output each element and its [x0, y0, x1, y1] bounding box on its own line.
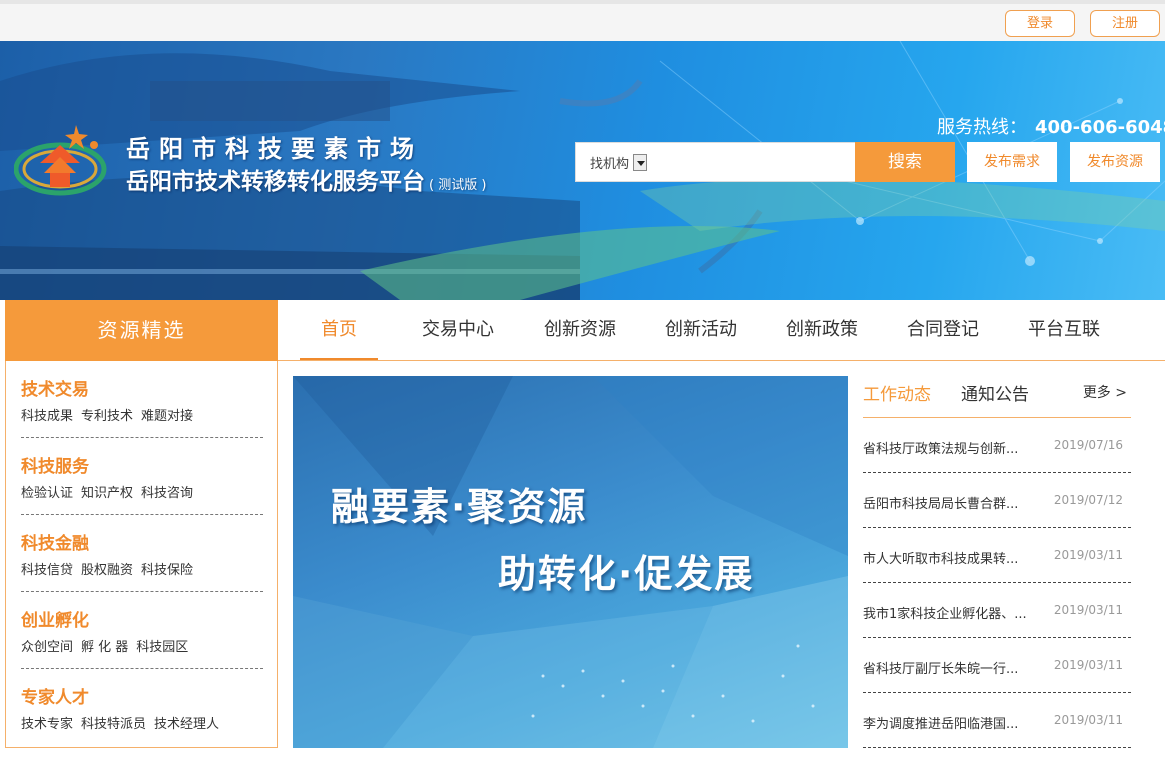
search-input[interactable] — [658, 149, 848, 176]
category-title[interactable]: 创业孵化 — [21, 606, 89, 631]
news-row[interactable]: 李为调度推进岳阳临港国... 2019/03/11 — [863, 693, 1131, 748]
news-row[interactable]: 我市1家科技企业孵化器、... 2019/03/11 — [863, 583, 1131, 638]
register-button[interactable]: 注册 — [1090, 10, 1160, 37]
publish-demand-button[interactable]: 发布需求 — [967, 142, 1057, 182]
search-button[interactable]: 搜索 — [855, 142, 955, 182]
category-link[interactable]: 科技信贷 — [21, 563, 73, 578]
news-date: 2019/03/11 — [1053, 603, 1123, 617]
tab-notices[interactable]: 通知公告 — [961, 380, 1029, 405]
service-hotline: 服务热线： 400-606-6048 — [937, 113, 1165, 139]
nav-home[interactable]: 首页 — [300, 300, 378, 360]
nav-innovation-policy[interactable]: 创新政策 — [782, 300, 862, 360]
hero-slogan-line1: 融要素·聚资源 — [331, 485, 588, 529]
news-date: 2019/03/11 — [1053, 658, 1123, 672]
category-links: 检验认证 知识产权 科技咨询 — [21, 482, 201, 501]
news-date: 2019/07/16 — [1053, 438, 1123, 452]
category-link[interactable]: 技术经理人 — [154, 717, 219, 732]
category-link[interactable]: 技术专家 — [21, 717, 73, 732]
category-incubation: 创业孵化 众创空间孵 化 器科技园区 — [21, 592, 263, 669]
nav-contract-registration[interactable]: 合同登记 — [903, 300, 983, 360]
category-links: 科技信贷 股权融资 科技保险 — [21, 559, 201, 578]
banner: 岳阳市科技要素市场 岳阳市技术转移转化服务平台 ( 测试版 ) 服务热线： 400-… — [0, 41, 1165, 300]
site-title: 岳阳市科技要素市场 — [126, 135, 423, 163]
category-link[interactable]: 知识产权 — [81, 486, 133, 501]
category-title[interactable]: 科技服务 — [21, 452, 89, 477]
tab-work-updates[interactable]: 工作动态 — [863, 380, 931, 405]
site-subtitle: 岳阳市技术转移转化服务平台 ( 测试版 ) — [126, 162, 486, 196]
hotline-label: 服务热线： — [937, 117, 1027, 138]
category-link[interactable]: 科技园区 — [136, 640, 188, 655]
category-links: 众创空间孵 化 器科技园区 — [21, 636, 196, 655]
beta-tag: ( 测试版 ) — [429, 178, 487, 193]
news-row[interactable]: 岳阳市科技局局长曹合群... 2019/07/12 — [863, 473, 1131, 528]
nav-innovation-activities[interactable]: 创新活动 — [661, 300, 741, 360]
category-link[interactable]: 检验认证 — [21, 486, 73, 501]
category-title[interactable]: 科技金融 — [21, 529, 89, 554]
search-type-value: 找机构 — [590, 157, 630, 172]
category-tech-finance: 科技金融 科技信贷 股权融资 科技保险 — [21, 515, 263, 592]
category-tech-services: 科技服务 检验认证 知识产权 科技咨询 — [21, 438, 263, 515]
news-title[interactable]: 省科技厅政策法规与创新... — [863, 438, 1041, 457]
news-title[interactable]: 市人大听取市科技成果转... — [863, 548, 1041, 567]
more-link[interactable]: 更多 > — [1083, 382, 1127, 402]
news-row[interactable]: 市人大听取市科技成果转... 2019/03/11 — [863, 528, 1131, 583]
news-title[interactable]: 岳阳市科技局局长曹合群... — [863, 493, 1041, 512]
category-link[interactable]: 众创空间 — [21, 640, 73, 655]
news-panel: 工作动态 通知公告 更多 > 省科技厅政策法规与创新... 2019/07/16… — [863, 376, 1131, 748]
news-title[interactable]: 省科技厅副厅长朱皖一行... — [863, 658, 1041, 677]
login-button[interactable]: 登录 — [1005, 10, 1075, 37]
main-nav: 首页 交易中心 创新资源 创新活动 创新政策 合同登记 平台互联 — [278, 300, 1165, 361]
news-row[interactable]: 省科技厅副厅长朱皖一行... 2019/03/11 — [863, 638, 1131, 693]
category-link[interactable]: 难题对接 — [141, 409, 193, 424]
category-tech-trading: 技术交易 科技成果 专利技术 难题对接 — [21, 361, 263, 438]
site-subtitle-text: 岳阳市技术转移转化服务平台 — [126, 169, 425, 195]
category-link[interactable]: 专利技术 — [81, 409, 133, 424]
chevron-down-icon[interactable] — [633, 154, 648, 171]
category-links: 科技成果 专利技术 难题对接 — [21, 405, 201, 424]
category-title[interactable]: 专家人才 — [21, 683, 89, 708]
hero-slogan-line2: 助转化·促发展 — [498, 552, 755, 596]
news-date: 2019/07/12 — [1053, 493, 1123, 507]
news-tabs: 工作动态 通知公告 更多 > — [863, 376, 1131, 418]
logo-icon — [14, 125, 107, 196]
category-link[interactable]: 孵 化 器 — [81, 640, 128, 655]
nav-innovation-resources[interactable]: 创新资源 — [540, 300, 620, 360]
nav-platform-interconnect[interactable]: 平台互联 — [1024, 300, 1104, 360]
top-bar: 登录 注册 — [0, 0, 1165, 41]
category-link[interactable]: 科技成果 — [21, 409, 73, 424]
category-links: 技术专家 科技特派员 技术经理人 — [21, 713, 227, 732]
search-type-select[interactable]: 找机构 — [590, 153, 648, 172]
hero-banner[interactable]: 融要素·聚资源 助转化·促发展 — [293, 376, 848, 748]
category-link[interactable]: 科技保险 — [141, 563, 193, 578]
hotline-number: 400-606-6048 — [1035, 117, 1165, 138]
resource-sidebar: 技术交易 科技成果 专利技术 难题对接 科技服务 检验认证 知识产权 科技咨询 科技金融… — [5, 361, 278, 748]
search-box: 找机构 — [575, 142, 857, 182]
resource-selection-header: 资源精选 — [5, 300, 278, 361]
category-link[interactable]: 股权融资 — [81, 563, 133, 578]
category-link[interactable]: 科技特派员 — [81, 717, 146, 732]
news-date: 2019/03/11 — [1053, 713, 1123, 727]
category-experts: 专家人才 技术专家 科技特派员 技术经理人 — [21, 669, 263, 746]
nav-trading-center[interactable]: 交易中心 — [418, 300, 498, 360]
news-date: 2019/03/11 — [1053, 548, 1123, 562]
category-link[interactable]: 科技咨询 — [141, 486, 193, 501]
news-title[interactable]: 我市1家科技企业孵化器、... — [863, 603, 1041, 622]
category-title[interactable]: 技术交易 — [21, 375, 89, 400]
news-title[interactable]: 李为调度推进岳阳临港国... — [863, 713, 1041, 732]
news-row[interactable]: 省科技厅政策法规与创新... 2019/07/16 — [863, 418, 1131, 473]
publish-resource-button[interactable]: 发布资源 — [1070, 142, 1160, 182]
